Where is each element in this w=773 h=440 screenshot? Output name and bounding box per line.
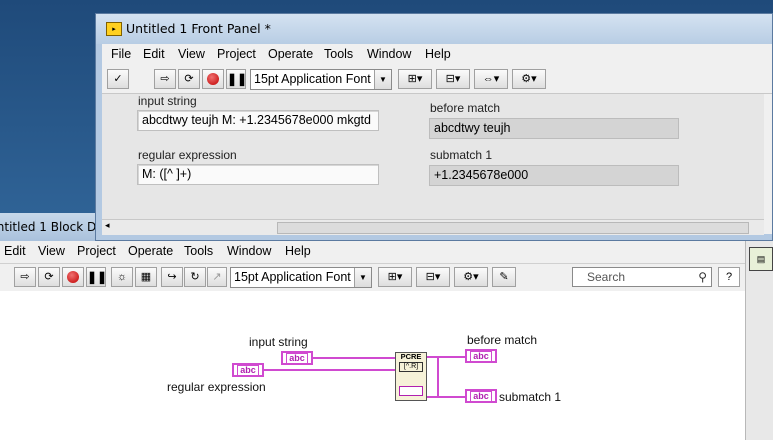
menu-project[interactable]: Project xyxy=(217,47,256,61)
step-into-icon[interactable]: ↪ xyxy=(161,267,183,287)
submatch-wire-vertical[interactable] xyxy=(437,356,439,396)
scrollbar-thumb[interactable] xyxy=(277,222,749,234)
node-title: PCRE xyxy=(400,352,422,361)
vertical-scrollbar[interactable] xyxy=(764,94,772,234)
front-panel-toolbar: ✓ ⇨ ⟳ ❚❚ 15pt Application Font ▼ ⊞▾ ⊟▾ ⇔… xyxy=(102,66,772,94)
before-match-terminal[interactable]: abc xyxy=(465,349,497,363)
font-combo-value: 15pt Application Font xyxy=(234,270,351,284)
resize-icon[interactable]: ⇔▾ xyxy=(474,69,508,89)
run-continuous-icon[interactable]: ⟳ xyxy=(178,69,200,89)
abort-stop-icon[interactable] xyxy=(202,69,224,89)
reorder-icon[interactable]: ⚙▾ xyxy=(512,69,546,89)
menu-window[interactable]: Window xyxy=(227,244,271,258)
submatch-label: submatch 1 xyxy=(499,390,562,404)
abc-glyph: abc xyxy=(286,353,308,364)
distribute-icon[interactable]: ⊟▾ xyxy=(436,69,470,89)
reorder-icon[interactable]: ⚙▾ xyxy=(454,267,488,287)
menu-help[interactable]: Help xyxy=(285,244,311,258)
input-string-wire[interactable] xyxy=(313,357,395,359)
menu-edit[interactable]: Edit xyxy=(143,47,165,61)
menu-tools[interactable]: Tools xyxy=(324,47,353,61)
front-panel-window: ▸ Untitled 1 Front Panel * File Edit Vie… xyxy=(95,13,773,241)
run-continuous-icon[interactable]: ⟳ xyxy=(38,267,60,287)
align-icon[interactable]: ⊞▾ xyxy=(378,267,412,287)
before-match-label: before match xyxy=(430,101,501,115)
regex-wire[interactable] xyxy=(264,369,395,371)
run-arrow-icon[interactable]: ⇨ xyxy=(154,69,176,89)
input-string-label: input string xyxy=(138,94,197,108)
chevron-down-icon[interactable]: ▼ xyxy=(374,70,391,89)
font-combo-value: 15pt Application Font xyxy=(254,72,371,86)
vi-icon-pane: ▤ xyxy=(745,241,773,440)
highlight-bulb-icon[interactable]: ☼ xyxy=(111,267,133,287)
block-diagram-toolbar: ⇨ ⟳ ❚❚ ☼ ▦ ↪ ↻ ↗ 15pt Application Font ▼… xyxy=(0,264,745,292)
submatch-label: submatch 1 xyxy=(430,148,493,162)
cleanup-icon[interactable]: ✎ xyxy=(492,267,516,287)
match-regular-expression-node[interactable]: PCRE [^.R] xyxy=(395,352,427,401)
menu-operate[interactable]: Operate xyxy=(268,47,313,61)
submatch-wire[interactable] xyxy=(427,396,467,398)
menu-edit[interactable]: Edit xyxy=(4,244,26,258)
input-string-control[interactable]: abcdtwy teujh M: +1.2345678e000 mkgtd xyxy=(137,110,379,131)
font-combo[interactable]: 15pt Application Font ▼ xyxy=(250,69,392,90)
menu-project[interactable]: Project xyxy=(77,244,116,258)
menu-help[interactable]: Help xyxy=(425,47,451,61)
menu-view[interactable]: View xyxy=(178,47,205,61)
front-panel-title: Untitled 1 Front Panel * xyxy=(126,21,271,36)
pause-icon[interactable]: ❚❚ xyxy=(226,69,247,89)
search-input[interactable]: Search ⚲ xyxy=(572,267,712,287)
step-over-icon[interactable]: ↻ xyxy=(184,267,206,287)
abc-glyph: abc xyxy=(470,391,492,402)
pause-icon[interactable]: ❚❚ xyxy=(86,267,107,287)
search-placeholder: Search xyxy=(587,270,626,284)
input-string-label: input string xyxy=(249,335,308,349)
chevron-down-icon[interactable]: ▼ xyxy=(354,268,371,287)
font-combo[interactable]: 15pt Application Font ▼ xyxy=(230,267,372,288)
menu-window[interactable]: Window xyxy=(367,47,411,61)
help-icon[interactable]: ? xyxy=(718,267,740,287)
submatch-terminal[interactable]: abc xyxy=(465,389,497,403)
menu-tools[interactable]: Tools xyxy=(184,244,213,258)
before-match-wire[interactable] xyxy=(427,356,467,358)
abc-glyph: abc xyxy=(237,365,259,376)
block-diagram-menubar: Edit View Project Operate Tools Window H… xyxy=(0,241,773,264)
step-out-icon[interactable]: ↗ xyxy=(207,267,227,287)
before-match-label: before match xyxy=(467,333,538,347)
block-diagram-window: Untitled 1 Block Diagram Edit View Proje… xyxy=(0,213,773,440)
horizontal-scrollbar[interactable]: ◂ xyxy=(102,219,764,235)
menu-view[interactable]: View xyxy=(38,244,65,258)
regular-expression-control[interactable]: M: ([^ ]+) xyxy=(137,164,379,185)
menu-file[interactable]: File xyxy=(111,47,131,61)
run-arrow-icon[interactable]: ⇨ xyxy=(14,267,36,287)
node-output-terminal xyxy=(399,386,423,396)
regular-expression-label: regular expression xyxy=(167,380,266,394)
menu-operate[interactable]: Operate xyxy=(128,244,173,258)
align-icon[interactable]: ⊞▾ xyxy=(398,69,432,89)
block-diagram-canvas[interactable] xyxy=(0,291,745,440)
before-match-indicator: abcdtwy teujh xyxy=(429,118,679,139)
abc-glyph: abc xyxy=(470,351,492,362)
lv-vi-icon: ▸ xyxy=(106,22,122,36)
search-icon[interactable]: ⚲ xyxy=(698,268,707,286)
regular-expression-label: regular expression xyxy=(138,148,237,162)
distribute-icon[interactable]: ⊟▾ xyxy=(416,267,450,287)
input-string-terminal[interactable]: abc xyxy=(281,351,313,365)
front-panel-canvas[interactable]: input string abcdtwy teujh M: +1.2345678… xyxy=(102,94,764,219)
front-panel-title-bar[interactable]: ▸ Untitled 1 Front Panel * xyxy=(96,14,772,44)
regular-expression-terminal[interactable]: abc xyxy=(232,363,264,377)
retain-wire-icon[interactable]: ▦ xyxy=(135,267,157,287)
scroll-left-icon[interactable]: ◂ xyxy=(105,220,110,231)
abort-stop-icon[interactable] xyxy=(62,267,84,287)
lv-vi-icon[interactable]: ▤ xyxy=(749,247,773,271)
submatch-indicator: +1.2345678e000 xyxy=(429,165,679,186)
front-panel-menubar: File Edit View Project Operate Tools Win… xyxy=(102,44,772,66)
node-symbol: [^.R] xyxy=(399,362,423,372)
check-icon[interactable]: ✓ xyxy=(107,69,129,89)
